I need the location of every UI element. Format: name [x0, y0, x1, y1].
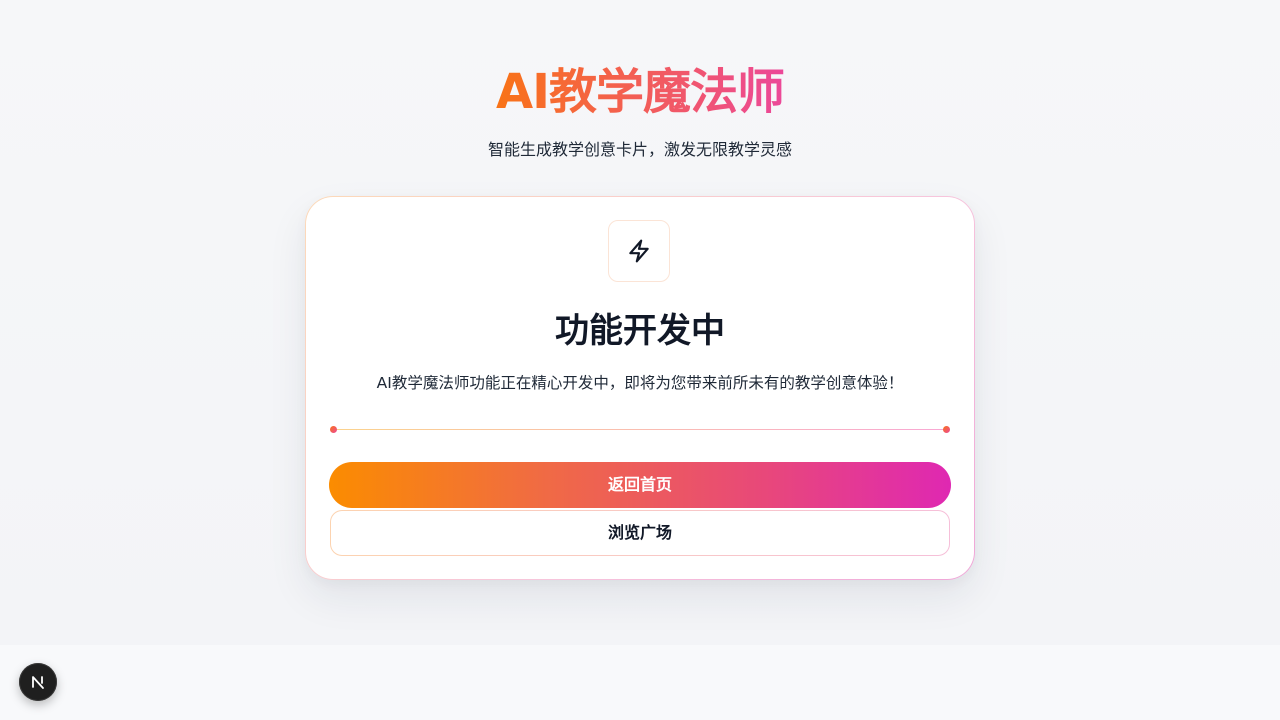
gradient-divider [330, 425, 950, 435]
page-title-text: AI教学魔法师 [495, 64, 785, 120]
bottom-strip [0, 645, 1280, 720]
feature-card: 功能开发中 AI教学魔法师功能正在精心开发中，即将为您带来前所未有的教学创意体验… [305, 196, 975, 580]
page-title: AI教学魔法师 [0, 62, 1280, 122]
page-subtitle: 智能生成教学创意卡片，激发无限教学灵感 [487, 140, 792, 159]
lightning-icon [629, 239, 649, 263]
divider-dot-right [943, 426, 950, 433]
lightning-icon-box [608, 220, 670, 282]
feature-card-body: 功能开发中 AI教学魔法师功能正在精心开发中，即将为您带来前所未有的教学创意体验… [306, 197, 974, 579]
card-description: AI教学魔法师功能正在精心开发中，即将为您带来前所未有的教学创意体验！ [376, 374, 904, 392]
card-title: 功能开发中 [555, 311, 725, 351]
nextjs-logo-icon [32, 676, 44, 689]
back-home-button[interactable]: 返回首页 [329, 462, 951, 508]
divider-dot-left [330, 426, 337, 433]
nextjs-dev-badge[interactable] [19, 663, 57, 701]
divider-line [334, 429, 946, 430]
browse-square-button[interactable]: 浏览广场 [331, 511, 949, 555]
browse-square-button-frame: 浏览广场 [330, 510, 950, 556]
